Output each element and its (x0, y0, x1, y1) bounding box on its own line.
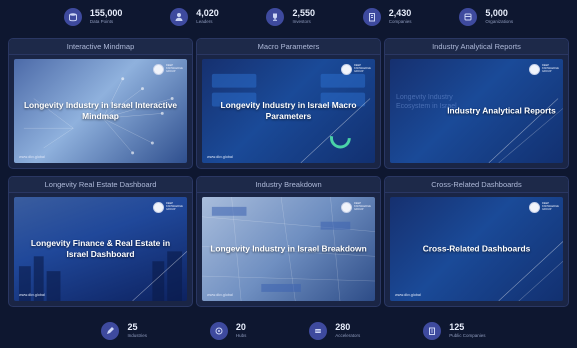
thumbnail-url: www.dkv.global (19, 293, 45, 297)
panel-thumbnail[interactable]: DEEP KNOWLEDGE GROUP Longevity Industry … (202, 59, 375, 163)
building-icon (362, 8, 381, 26)
hub-icon (209, 322, 228, 340)
panel-interactive-mindmap[interactable]: Interactive Mindmap DEEP KNOWLEDGE GROUP… (8, 38, 193, 169)
panel-macro-parameters[interactable]: Macro Parameters DEEP KNOWLEDGE GROUP Lo… (196, 38, 381, 169)
logo-emblem-icon (529, 64, 540, 75)
database-icon (63, 8, 82, 26)
panel-thumbnail[interactable]: DEEP KNOWLEDGE GROUP Longevity Industry … (390, 59, 563, 163)
panel-longevity-real-estate-dashboard[interactable]: Longevity Real Estate Dashboard DEEP KNO… (8, 176, 193, 307)
panel-thumbnail[interactable]: DEEP KNOWLEDGE GROUP Longevity Finance &… (14, 197, 187, 301)
logo-emblem-icon (341, 64, 352, 75)
thumbnail-title: Industry Analytical Reports (447, 105, 556, 116)
logo: DEEP KNOWLEDGE GROUP (153, 64, 183, 75)
edit-icon (101, 322, 120, 340)
logo: DEEP KNOWLEDGE GROUP (529, 202, 559, 213)
stat-label: Companies (388, 19, 412, 25)
stat-value: 2,550 (292, 8, 316, 19)
stat-data-points: 155,000 Data Points (63, 8, 123, 26)
logo-text: DEEP KNOWLEDGE GROUP (166, 202, 183, 211)
thumbnail-url: www.dkv.global (207, 293, 233, 297)
stat-value: 20 (235, 322, 246, 333)
panel-thumbnail[interactable]: DEEP KNOWLEDGE GROUP Cross-Related Dashb… (390, 197, 563, 301)
trophy-icon (266, 8, 285, 26)
thumbnail-title: Longevity Industry in Israel Interactive… (23, 100, 178, 121)
stat-value: 125 (449, 322, 465, 333)
panel-title: Industry Analytical Reports (385, 39, 568, 55)
panel-title: Longevity Real Estate Dashboard (9, 177, 192, 193)
dashboard-grid: Interactive Mindmap DEEP KNOWLEDGE GROUP… (8, 38, 569, 310)
thumbnail-title: Cross-Related Dashboards (422, 243, 531, 254)
stat-companies: 2,430 Companies (362, 8, 412, 26)
stat-label: Leaders (196, 19, 213, 25)
stat-organizations: 5,000 Organizations (459, 8, 513, 26)
stat-public-companies: 125 Public Companies (423, 322, 486, 340)
thumbnail-title: Longevity Industry in Israel Macro Param… (220, 100, 357, 121)
logo: DEEP KNOWLEDGE GROUP (341, 202, 371, 213)
panel-industry-breakdown[interactable]: Industry Breakdown DEEP KNOWLEDGE GROUP … (196, 176, 381, 307)
panel-title: Cross-Related Dashboards (385, 177, 568, 193)
stat-investors: 2,550 Investors (266, 8, 315, 26)
bottom-stats-bar: 25 Industries 20 Hubs 280 Accelerators 1… (0, 314, 577, 348)
stat-value: 5,000 (485, 8, 508, 19)
panel-thumbnail[interactable]: DEEP KNOWLEDGE GROUP Longevity Industry … (14, 59, 187, 163)
logo-text: DEEP KNOWLEDGE GROUP (354, 64, 371, 73)
panel-title: Interactive Mindmap (9, 39, 192, 55)
logo: DEEP KNOWLEDGE GROUP (529, 64, 559, 75)
stat-label: Industries (127, 333, 147, 339)
panel-thumbnail[interactable]: DEEP KNOWLEDGE GROUP Longevity Industry … (202, 197, 375, 301)
stat-industries: 25 Industries (101, 322, 147, 340)
logo-emblem-icon (153, 64, 164, 75)
logo-emblem-icon (529, 202, 540, 213)
stat-leaders: 4,020 Leaders (170, 8, 219, 26)
logo-emblem-icon (153, 202, 164, 213)
stat-label: Organizations (485, 19, 514, 25)
thumbnail-url: www.dkv.global (395, 293, 421, 297)
logo-text: DEEP KNOWLEDGE GROUP (542, 202, 559, 211)
logo: DEEP KNOWLEDGE GROUP (153, 202, 183, 213)
stat-label: Data Points (89, 19, 114, 25)
panel-industry-analytical-reports[interactable]: Industry Analytical Reports DEEP KNOWLED… (384, 38, 569, 169)
stat-hubs: 20 Hubs (209, 322, 247, 340)
stat-label: Investors (292, 19, 311, 25)
thumbnail-title: Longevity Industry in Israel Breakdown (210, 243, 367, 254)
stat-label: Accelerators (335, 333, 361, 339)
logo-text: DEEP KNOWLEDGE GROUP (166, 64, 183, 73)
accelerator-icon (309, 322, 328, 340)
stat-value: 155,000 (89, 8, 123, 19)
stat-value: 4,020 (196, 8, 219, 19)
panel-cross-related-dashboards[interactable]: Cross-Related Dashboards DEEP KNOWLEDGE … (384, 176, 569, 307)
logo: DEEP KNOWLEDGE GROUP (341, 64, 371, 75)
org-icon (459, 8, 478, 26)
top-stats-bar: 155,000 Data Points 4,020 Leaders 2,550 … (0, 0, 577, 34)
thumbnail-url: www.dkv.global (207, 155, 233, 159)
logo-emblem-icon (341, 202, 352, 213)
stat-value: 2,430 (388, 8, 412, 19)
panel-title: Macro Parameters (197, 39, 380, 55)
stat-value: 280 (335, 322, 351, 333)
stat-value: 25 (127, 322, 138, 333)
stat-label: Hubs (235, 333, 247, 339)
logo-text: DEEP KNOWLEDGE GROUP (542, 64, 559, 73)
logo-text: DEEP KNOWLEDGE GROUP (354, 202, 371, 211)
thumbnail-url: www.dkv.global (19, 155, 45, 159)
stat-accelerators: 280 Accelerators (309, 322, 360, 340)
panel-title: Industry Breakdown (197, 177, 380, 193)
thumbnail-title: Longevity Finance & Real Estate in Israe… (30, 238, 171, 259)
public-company-icon (423, 322, 442, 340)
stat-label: Public Companies (449, 333, 486, 339)
person-icon (170, 8, 189, 26)
